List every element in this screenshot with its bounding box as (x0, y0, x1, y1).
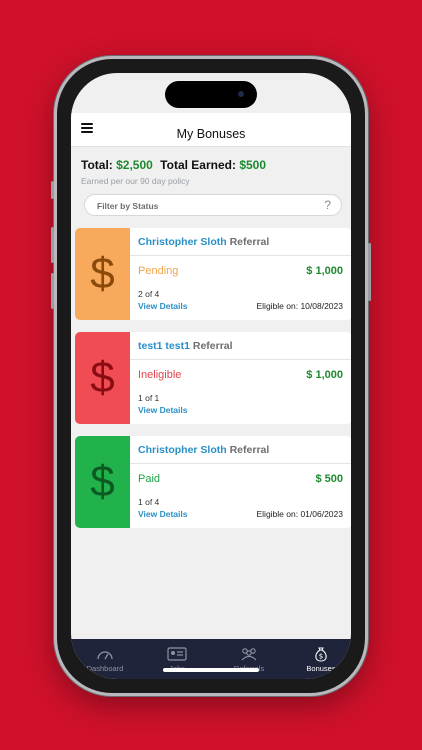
dollar-icon: $ (90, 457, 115, 506)
page-title: My Bonuses (176, 127, 246, 141)
tab-label: Dashboard (86, 664, 124, 673)
volume-down-button (51, 273, 54, 309)
app-screen: My Bonuses Total: $2,500 Total Earned: $… (71, 73, 351, 679)
id-card-icon (147, 645, 207, 663)
installment-count: 2 of 4 (138, 289, 160, 299)
eligible-date: Eligible on: 01/06/2023 (256, 509, 344, 519)
svg-text:$: $ (319, 653, 323, 661)
people-icon (219, 645, 279, 663)
policy-note: Earned per our 90 day policy (81, 176, 190, 186)
candidate-name: Christopher Sloth (138, 236, 227, 248)
phone-frame: My Bonuses Total: $2,500 Total Earned: $… (51, 56, 371, 696)
bottom-tab-bar: Dashboard Jobs Referrals $ Bonuses (71, 639, 351, 679)
total-value: $2,500 (116, 158, 153, 172)
bonus-card[interactable]: $ Christopher Sloth Referral Pending $ 1,00… (75, 228, 351, 320)
dollar-icon: $ (90, 249, 115, 298)
eligible-date: Eligible on: 10/08/2023 (256, 301, 344, 311)
volume-up-button (51, 227, 54, 263)
divider (130, 255, 351, 256)
power-button (368, 243, 371, 301)
referral-name: Christopher Sloth Referral (138, 444, 269, 456)
totals-summary: Total: $2,500 Total Earned: $500 (81, 158, 266, 172)
status-text: Pending (138, 265, 179, 277)
app-header: My Bonuses (71, 113, 351, 147)
bonus-amount: $ 500 (315, 473, 343, 485)
bonus-status-swatch: $ (75, 332, 130, 424)
view-details-link[interactable]: View Details (138, 509, 187, 519)
installment-count: 1 of 1 (138, 393, 160, 403)
bonus-card[interactable]: $ test1 test1 Referral Ineligible $ 1,000 1 … (75, 332, 351, 424)
bonus-type: Referral (192, 340, 233, 352)
total-earned-label: Total Earned: (160, 158, 236, 172)
home-indicator (163, 668, 259, 672)
total-label: Total: (81, 158, 113, 172)
bonus-amount: $ 1,000 (306, 369, 343, 381)
installment-count: 1 of 4 (138, 497, 160, 507)
dollar-icon: $ (90, 353, 115, 402)
status-text: Paid (138, 473, 161, 485)
camera-icon (238, 91, 244, 97)
tab-bonuses[interactable]: $ Bonuses (291, 645, 351, 673)
referral-name: test1 test1 Referral (138, 340, 233, 352)
bonus-type: Referral (229, 444, 270, 456)
dynamic-island (165, 81, 257, 108)
bonus-status-swatch: $ (75, 436, 130, 528)
silent-switch (51, 181, 54, 199)
status-filter-input[interactable]: Filter by Status ? (84, 194, 342, 216)
tab-dashboard[interactable]: Dashboard (75, 645, 135, 673)
bonus-type: Referral (229, 236, 270, 248)
view-details-link[interactable]: View Details (138, 301, 187, 311)
status-text: Ineligible (138, 369, 182, 381)
bonus-status-swatch: $ (75, 228, 130, 320)
candidate-name: Christopher Sloth (138, 444, 227, 456)
bonus-card[interactable]: $ Christopher Sloth Referral Paid $ 500 1 of… (75, 436, 351, 528)
money-bag-icon: $ (291, 645, 351, 663)
view-details-link[interactable]: View Details (138, 405, 187, 415)
filter-placeholder: Filter by Status (97, 201, 159, 211)
total-earned-value: $500 (239, 158, 267, 172)
bonus-amount: $ 1,000 (306, 265, 343, 277)
tab-label: Bonuses (306, 664, 336, 673)
candidate-name: test1 test1 (138, 340, 190, 352)
divider (130, 463, 351, 464)
help-icon[interactable]: ? (324, 198, 331, 212)
referral-name: Christopher Sloth Referral (138, 236, 269, 248)
divider (130, 359, 351, 360)
gauge-icon (75, 645, 135, 663)
